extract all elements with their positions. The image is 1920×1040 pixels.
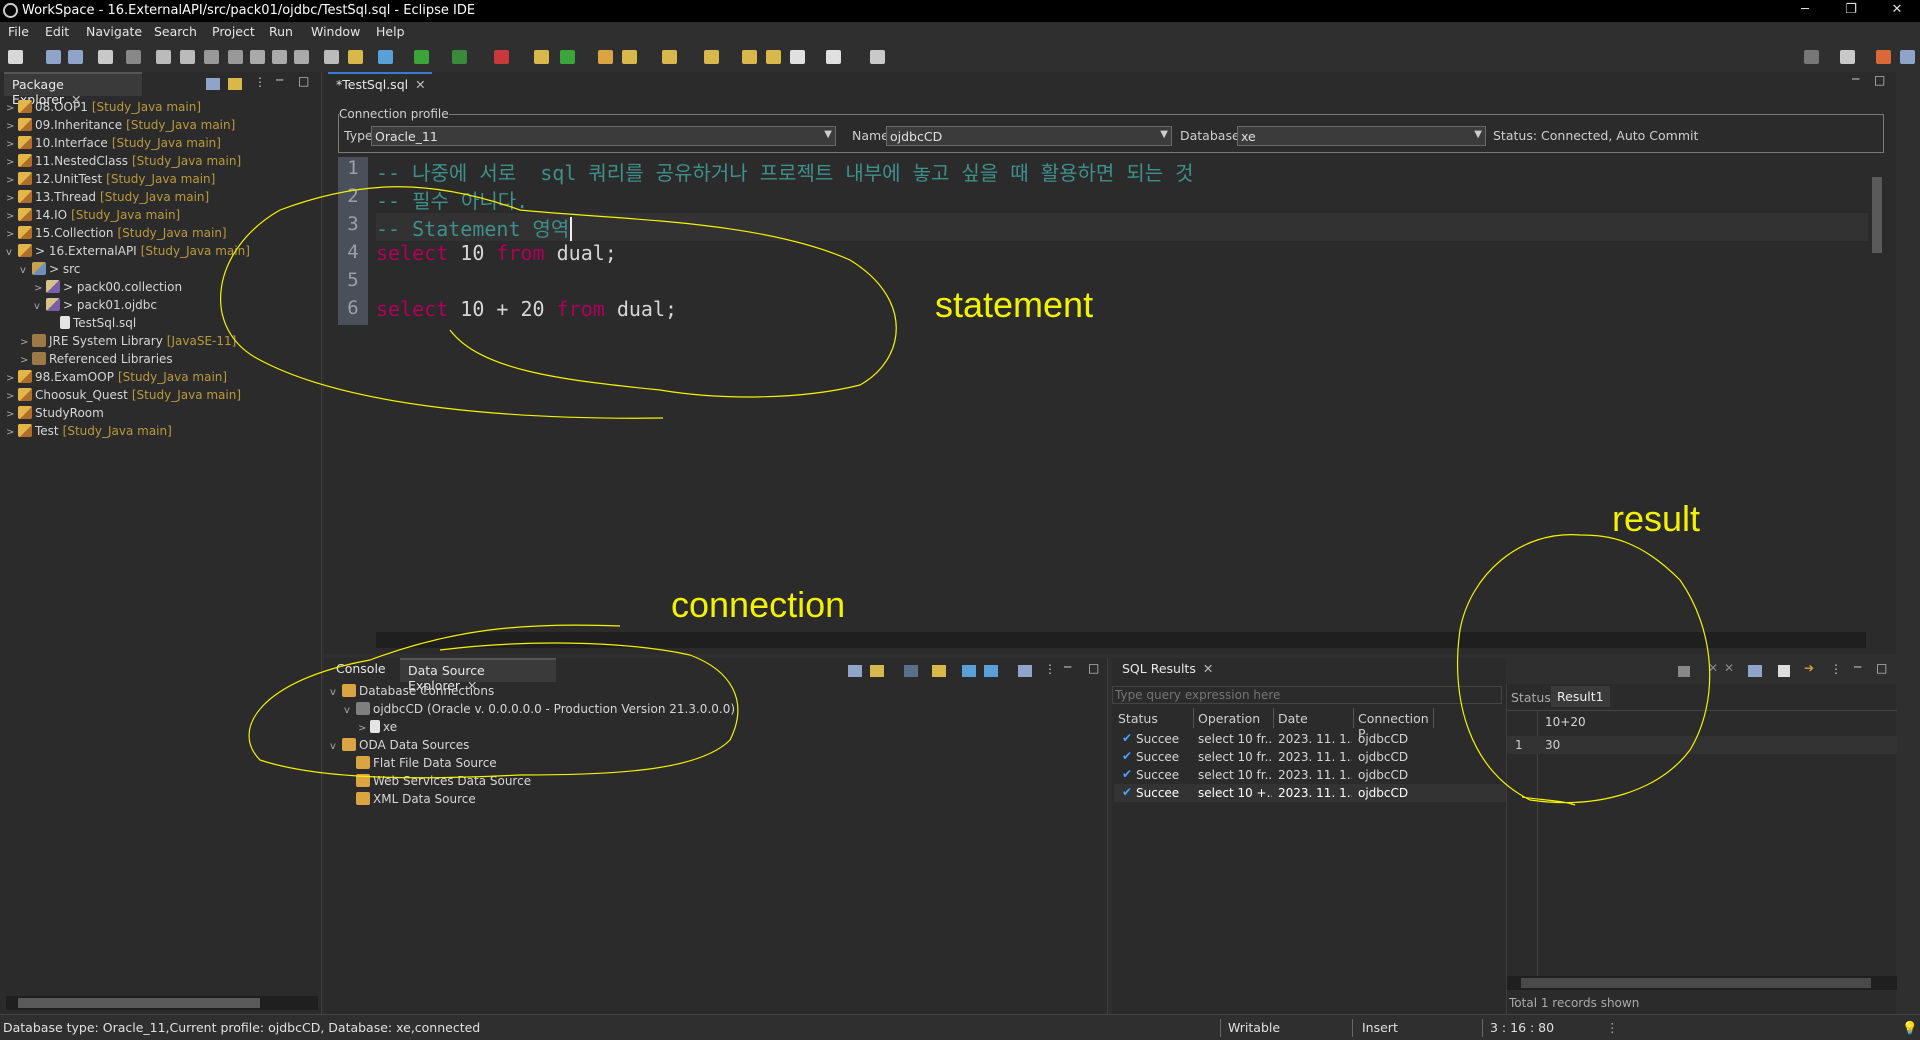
statement-annotation: statement xyxy=(935,284,1094,325)
connection-circle xyxy=(248,624,739,779)
statement-circle xyxy=(220,186,897,419)
connection-annotation: connection xyxy=(671,584,846,625)
result-annotation: result xyxy=(1612,498,1701,539)
result-circle xyxy=(1457,534,1711,806)
